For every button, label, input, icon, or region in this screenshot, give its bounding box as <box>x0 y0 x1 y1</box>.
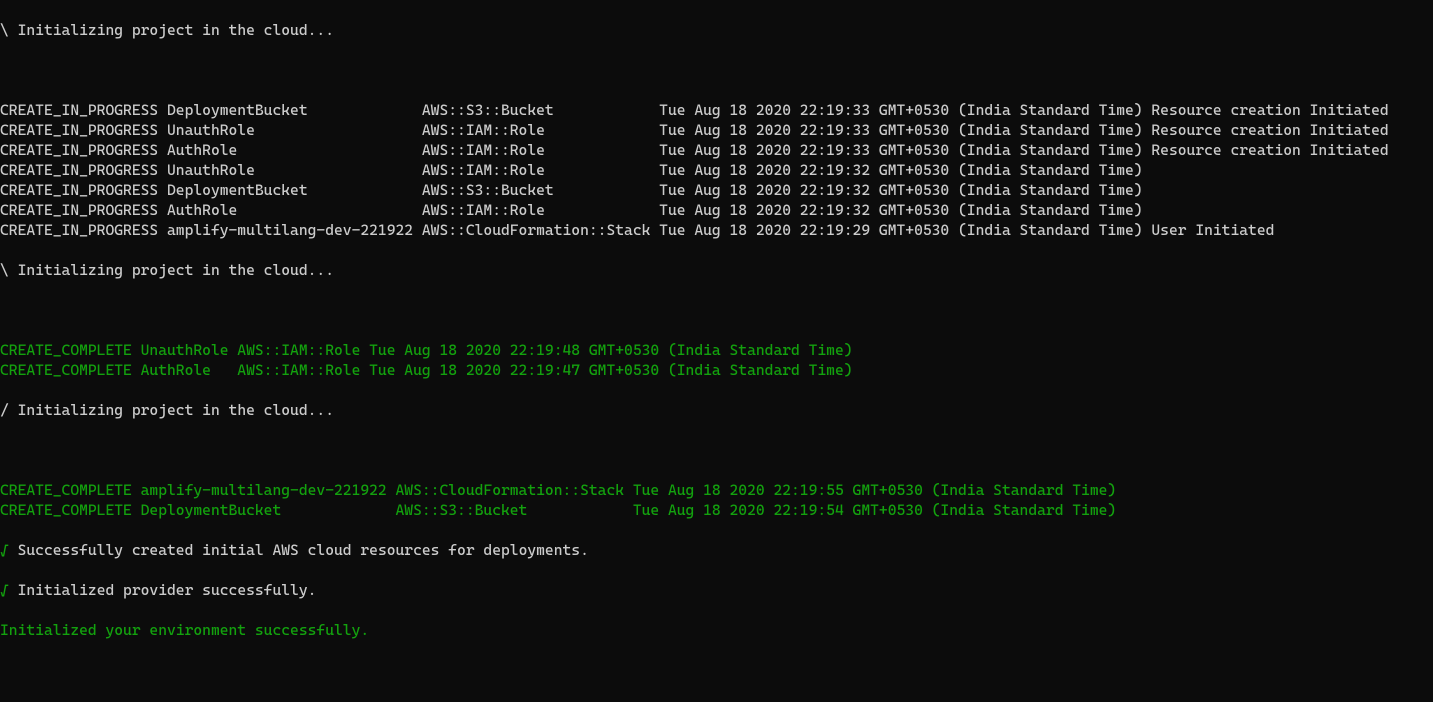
progress-row: CREATE_IN_PROGRESS DeploymentBucket AWS:… <box>0 180 1433 200</box>
success-line: √ Successfully created initial AWS cloud… <box>0 540 1433 560</box>
blank-line <box>0 300 1433 320</box>
env-ok: Initialized your environment successfull… <box>0 620 1433 640</box>
spinner-icon: \ <box>0 261 9 279</box>
complete-row: CREATE_COMPLETE DeploymentBucket AWS::S3… <box>0 500 1433 520</box>
progress-row: CREATE_IN_PROGRESS amplify-multilang-dev… <box>0 220 1433 240</box>
progress-row: CREATE_IN_PROGRESS UnauthRole AWS::IAM::… <box>0 160 1433 180</box>
blank-line <box>0 660 1433 680</box>
check-icon: √ <box>0 581 9 599</box>
blank-line <box>0 440 1433 460</box>
blank-line <box>0 60 1433 80</box>
spinner-line: \ Initializing project in the cloud... <box>0 20 1433 40</box>
progress-row: CREATE_IN_PROGRESS UnauthRole AWS::IAM::… <box>0 120 1433 140</box>
progress-row: CREATE_IN_PROGRESS AuthRole AWS::IAM::Ro… <box>0 140 1433 160</box>
check-icon: √ <box>0 541 9 559</box>
spinner-line: \ Initializing project in the cloud... <box>0 260 1433 280</box>
spinner-icon: \ <box>0 21 9 39</box>
complete-row: CREATE_COMPLETE amplify-multilang-dev-22… <box>0 480 1433 500</box>
complete-row: CREATE_COMPLETE AuthRole AWS::IAM::Role … <box>0 360 1433 380</box>
progress-row: CREATE_IN_PROGRESS DeploymentBucket AWS:… <box>0 100 1433 120</box>
complete-row: CREATE_COMPLETE UnauthRole AWS::IAM::Rol… <box>0 340 1433 360</box>
spinner-line: / Initializing project in the cloud... <box>0 400 1433 420</box>
terminal-output[interactable]: \ Initializing project in the cloud... C… <box>0 0 1433 702</box>
success-line: √ Initialized provider successfully. <box>0 580 1433 600</box>
spinner-icon: / <box>0 401 9 419</box>
progress-row: CREATE_IN_PROGRESS AuthRole AWS::IAM::Ro… <box>0 200 1433 220</box>
